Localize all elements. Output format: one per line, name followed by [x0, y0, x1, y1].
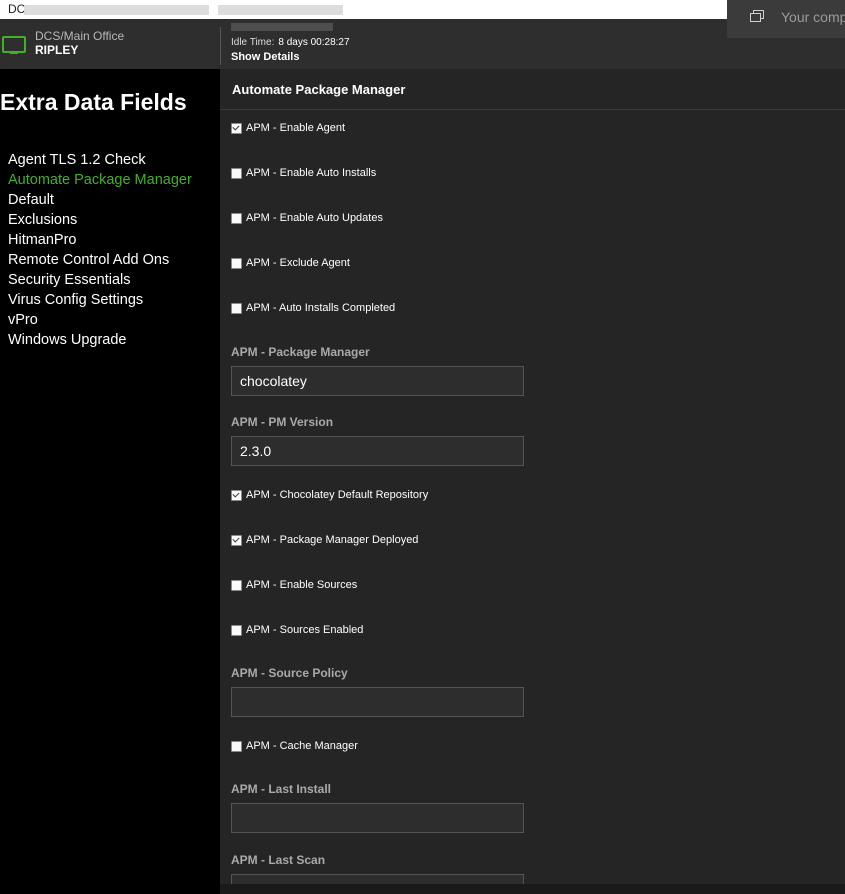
checkbox-box[interactable]: [231, 741, 242, 752]
field-label-apm-source-policy: APM - Source Policy: [231, 666, 348, 680]
checkbox-label: APM - Exclude Agent: [246, 257, 350, 269]
checkbox-box[interactable]: [231, 168, 242, 179]
field-label-apm-package-manager: APM - Package Manager: [231, 345, 370, 359]
checkbox-label: APM - Enable Auto Updates: [246, 212, 383, 224]
text-input-apm-last-install[interactable]: [231, 803, 524, 833]
checkbox-label: APM - Auto Installs Completed: [246, 302, 396, 314]
sidebar-item[interactable]: Windows Upgrade: [8, 330, 192, 350]
checkbox-label: APM - Enable Sources: [246, 579, 358, 591]
idle-time: Idle Time: 8 days 00:28:27: [231, 37, 350, 48]
browser-titlebar: DC: [0, 0, 845, 19]
field-label-apm-last-install: APM - Last Install: [231, 782, 332, 796]
notification-popup[interactable]: Your comp: [727, 0, 845, 38]
restore-window-icon: [750, 10, 764, 22]
checkbox-box[interactable]: [231, 535, 242, 546]
sidebar-item[interactable]: Default: [8, 190, 192, 210]
header-divider: [220, 27, 221, 65]
sidebar-item[interactable]: Exclusions: [8, 210, 192, 230]
text-input-apm-source-policy[interactable]: [231, 687, 524, 717]
text-input-apm-pm-version[interactable]: 2.3.0: [231, 436, 524, 466]
checkbox-box[interactable]: [231, 213, 242, 224]
checkbox-label: APM - Enable Auto Installs: [246, 167, 377, 179]
checkbox-box[interactable]: [231, 625, 242, 636]
location-label: DCS/Main Office: [35, 29, 125, 43]
sidebar-item[interactable]: Agent TLS 1.2 Check: [8, 150, 192, 170]
field-label-apm-last-scan: APM - Last Scan: [231, 853, 326, 867]
idle-time-value: 8 days 00:28:27: [278, 37, 350, 48]
sidebar-item[interactable]: Security Essentials: [8, 270, 192, 290]
main-title: Automate Package Manager: [232, 82, 406, 97]
browser-title-fragment: DC: [8, 2, 26, 16]
title-divider: [220, 109, 845, 110]
main-panel: Automate Package Manager APM - Enable Ag…: [220, 69, 845, 884]
checkbox-box[interactable]: [231, 123, 242, 134]
sidebar-item[interactable]: HitmanPro: [8, 230, 192, 250]
monitor-icon: [2, 36, 26, 54]
computer-name: RIPLEY: [35, 43, 79, 57]
checkbox-label: APM - Enable Agent: [246, 122, 346, 134]
checkbox-box[interactable]: [231, 580, 242, 591]
field-label-apm-pm-version: APM - PM Version: [231, 415, 334, 429]
checkbox-label: APM - Package Manager Deployed: [246, 534, 419, 546]
sidebar-item[interactable]: Virus Config Settings: [8, 290, 192, 310]
text-input-apm-last-scan[interactable]: [231, 874, 524, 884]
sidebar-item[interactable]: vPro: [8, 310, 192, 330]
show-details-link[interactable]: Show Details: [231, 51, 299, 63]
redacted-text: [231, 23, 333, 31]
idle-time-label: Idle Time:: [231, 37, 275, 48]
checkbox-box[interactable]: [231, 490, 242, 501]
redacted-text: [24, 5, 209, 15]
bottom-strip: [220, 884, 845, 894]
checkbox-label: APM - Chocolatey Default Repository: [246, 489, 429, 501]
notification-text: Your comp: [781, 9, 845, 25]
checkbox-label: APM - Sources Enabled: [246, 624, 364, 636]
sidebar-list: Agent TLS 1.2 Check Automate Package Mana…: [8, 150, 192, 350]
redacted-text: [218, 5, 343, 15]
sidebar: Extra Data Fields Agent TLS 1.2 Check Aut…: [0, 69, 220, 894]
checkbox-box[interactable]: [231, 258, 242, 269]
sidebar-item[interactable]: Automate Package Manager: [8, 170, 192, 190]
sidebar-title: Extra Data Fields: [0, 89, 187, 115]
checkbox-label: APM - Cache Manager: [246, 740, 358, 752]
sidebar-item[interactable]: Remote Control Add Ons: [8, 250, 192, 270]
checkbox-box[interactable]: [231, 303, 242, 314]
text-input-apm-package-manager[interactable]: chocolatey: [231, 366, 524, 396]
computer-header: DCS/Main Office RIPLEY Idle Time: 8 days …: [0, 19, 845, 69]
